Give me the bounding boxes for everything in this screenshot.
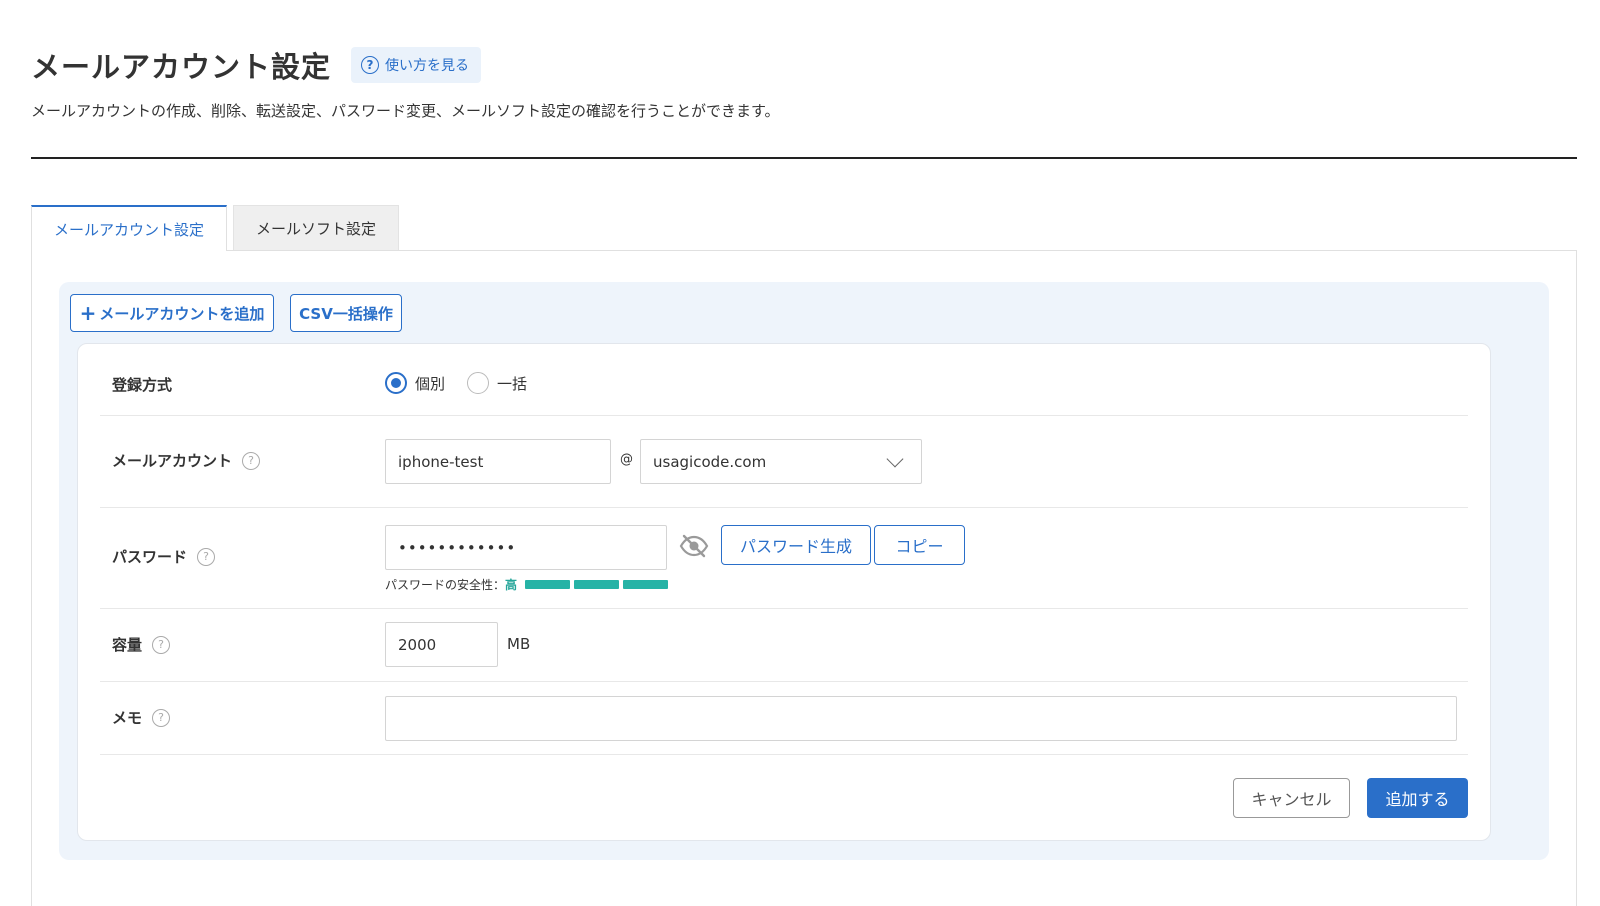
row-divider [100,608,1468,609]
page-title: メールアカウント設定 [31,50,332,84]
row-divider [100,681,1468,682]
password-input[interactable]: •••••••••••• [385,525,667,570]
radio-individual[interactable] [385,372,407,394]
submit-add-button[interactable]: 追加する [1367,778,1468,818]
registration-type-label: 登録方式 [112,376,173,394]
generate-password-button[interactable]: パスワード生成 [721,525,871,565]
account-local-part-input[interactable]: iphone-test [385,439,611,484]
password-label: パスワード ? [112,546,216,567]
question-circle-icon: ? [361,56,380,74]
password-strength-label: パスワードの安全性： [385,578,506,592]
copy-password-button[interactable]: コピー [874,525,965,565]
domain-select-value: usagicode.com [653,452,767,471]
radio-individual-label[interactable]: 個別 [415,373,445,394]
password-strength-level: 高 [505,578,518,592]
chevron-down-icon [886,450,904,467]
password-strength-meter [525,580,672,589]
plus-icon: + [79,301,97,325]
registration-type-radio-group: 個別 一括 [385,372,549,394]
memo-label: メモ ? [112,707,171,728]
radio-bulk[interactable] [467,372,490,394]
tab-bar: メールアカウント設定 メールソフト設定 [31,205,399,251]
row-divider [100,754,1468,755]
radio-bulk-label[interactable]: 一括 [497,373,527,394]
page-description: メールアカウントの作成、削除、転送設定、パスワード変更、メールソフト設定の確認を… [31,102,780,120]
tab-mail-software-settings[interactable]: メールソフト設定 [233,205,399,251]
quota-input[interactable]: 2000 [385,622,498,667]
help-icon[interactable]: ? [197,547,216,566]
strength-bar [525,580,571,589]
quota-unit: MB [507,635,531,653]
add-account-button[interactable]: + メールアカウントを追加 [70,294,274,332]
memo-input[interactable] [385,696,1457,741]
tab-mail-account-settings[interactable]: メールアカウント設定 [31,205,227,251]
help-icon[interactable]: ? [152,708,171,727]
help-icon[interactable]: ? [152,635,171,654]
eye-slash-icon[interactable] [679,533,709,559]
help-link[interactable]: ? 使い方を見る [351,47,482,83]
page-header: メールアカウント設定 ? 使い方を見る [31,44,482,86]
domain-select[interactable]: usagicode.com [640,439,922,484]
header-divider [31,157,1577,159]
help-icon[interactable]: ? [242,451,261,470]
strength-bar [623,580,669,589]
strength-bar [574,580,620,589]
mail-account-label: メールアカウント ? [112,450,261,471]
quota-label: 容量 ? [112,634,171,655]
row-divider [100,415,1468,416]
add-account-label: メールアカウントを追加 [99,304,265,323]
row-divider [100,507,1468,508]
cancel-button[interactable]: キャンセル [1233,778,1350,818]
at-sign: @ [620,452,633,467]
csv-bulk-button[interactable]: CSV一括操作 [290,294,402,332]
password-strength: パスワードの安全性： 高 [385,576,672,593]
add-account-form [77,343,1491,841]
help-link-label: 使い方を見る [385,58,470,74]
